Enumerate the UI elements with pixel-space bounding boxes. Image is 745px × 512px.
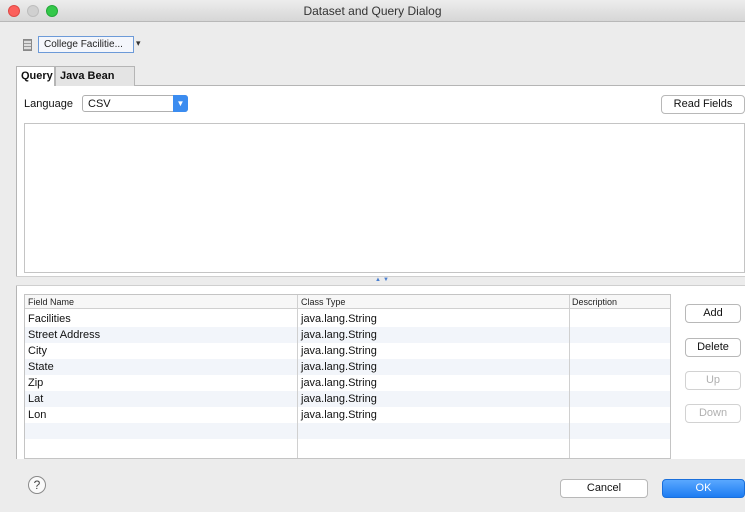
column-divider bbox=[297, 295, 298, 458]
class-type-cell: java.lang.String bbox=[301, 409, 377, 421]
class-type-cell: java.lang.String bbox=[301, 393, 377, 405]
title-bar: Dataset and Query Dialog bbox=[0, 0, 745, 22]
field-name-cell: Lat bbox=[28, 393, 44, 405]
add-button[interactable]: Add bbox=[685, 304, 741, 323]
cancel-button[interactable]: Cancel bbox=[560, 479, 648, 498]
tab-bar: Query Java Bean bbox=[16, 66, 745, 87]
datasource-dropdown-arrow[interactable]: ▾ bbox=[136, 38, 141, 49]
field-name-cell: Facilities bbox=[28, 313, 71, 325]
help-icon[interactable]: ? bbox=[28, 476, 46, 494]
table-row[interactable]: Facilities java.lang.String bbox=[25, 311, 670, 327]
read-fields-button[interactable]: Read Fields bbox=[661, 95, 745, 114]
splitter-handle-icon[interactable]: ▲▼ bbox=[375, 277, 391, 283]
table-row[interactable]: Zip java.lang.String bbox=[25, 375, 670, 391]
field-name-cell: State bbox=[28, 361, 54, 373]
class-type-cell: java.lang.String bbox=[301, 329, 377, 341]
field-name-cell: Street Address bbox=[28, 329, 101, 341]
tab-java-bean[interactable]: Java Bean bbox=[55, 66, 135, 86]
table-row[interactable] bbox=[25, 439, 670, 455]
delete-button[interactable]: Delete bbox=[685, 338, 741, 357]
field-name-cell: Zip bbox=[28, 377, 44, 389]
column-divider bbox=[569, 295, 570, 458]
up-button[interactable]: Up bbox=[685, 371, 741, 390]
table-row[interactable] bbox=[25, 423, 670, 439]
language-label: Language bbox=[24, 98, 73, 110]
header-field-name[interactable]: Field Name bbox=[28, 297, 74, 307]
table-row[interactable]: Lat java.lang.String bbox=[25, 391, 670, 407]
fields-table[interactable]: Field Name Class Type Description Facili… bbox=[24, 294, 671, 459]
datasource-select[interactable]: College Facilitie... bbox=[38, 36, 134, 53]
table-header: Field Name Class Type Description bbox=[25, 295, 670, 309]
chevron-down-icon[interactable]: ▼ bbox=[173, 95, 188, 112]
query-text-area[interactable] bbox=[24, 123, 745, 273]
down-button[interactable]: Down bbox=[685, 404, 741, 423]
tab-query[interactable]: Query bbox=[16, 66, 55, 87]
table-row[interactable]: State java.lang.String bbox=[25, 359, 670, 375]
class-type-cell: java.lang.String bbox=[301, 345, 377, 357]
header-description[interactable]: Description bbox=[572, 297, 617, 307]
language-value: CSV bbox=[88, 98, 111, 110]
table-row[interactable]: Street Address java.lang.String bbox=[25, 327, 670, 343]
class-type-cell: java.lang.String bbox=[301, 313, 377, 325]
language-select[interactable]: CSV ▼ bbox=[82, 95, 188, 112]
ok-button[interactable]: OK bbox=[662, 479, 745, 498]
dialog-window: Dataset and Query Dialog College Facilit… bbox=[0, 0, 745, 512]
field-name-cell: City bbox=[28, 345, 47, 357]
window-title: Dataset and Query Dialog bbox=[303, 4, 442, 18]
field-name-cell: Lon bbox=[28, 409, 47, 421]
table-row[interactable]: Lon java.lang.String bbox=[25, 407, 670, 423]
table-row[interactable]: City java.lang.String bbox=[25, 343, 670, 359]
datasource-icon bbox=[23, 39, 32, 51]
class-type-cell: java.lang.String bbox=[301, 377, 377, 389]
class-type-cell: java.lang.String bbox=[301, 361, 377, 373]
header-class-type[interactable]: Class Type bbox=[301, 297, 345, 307]
